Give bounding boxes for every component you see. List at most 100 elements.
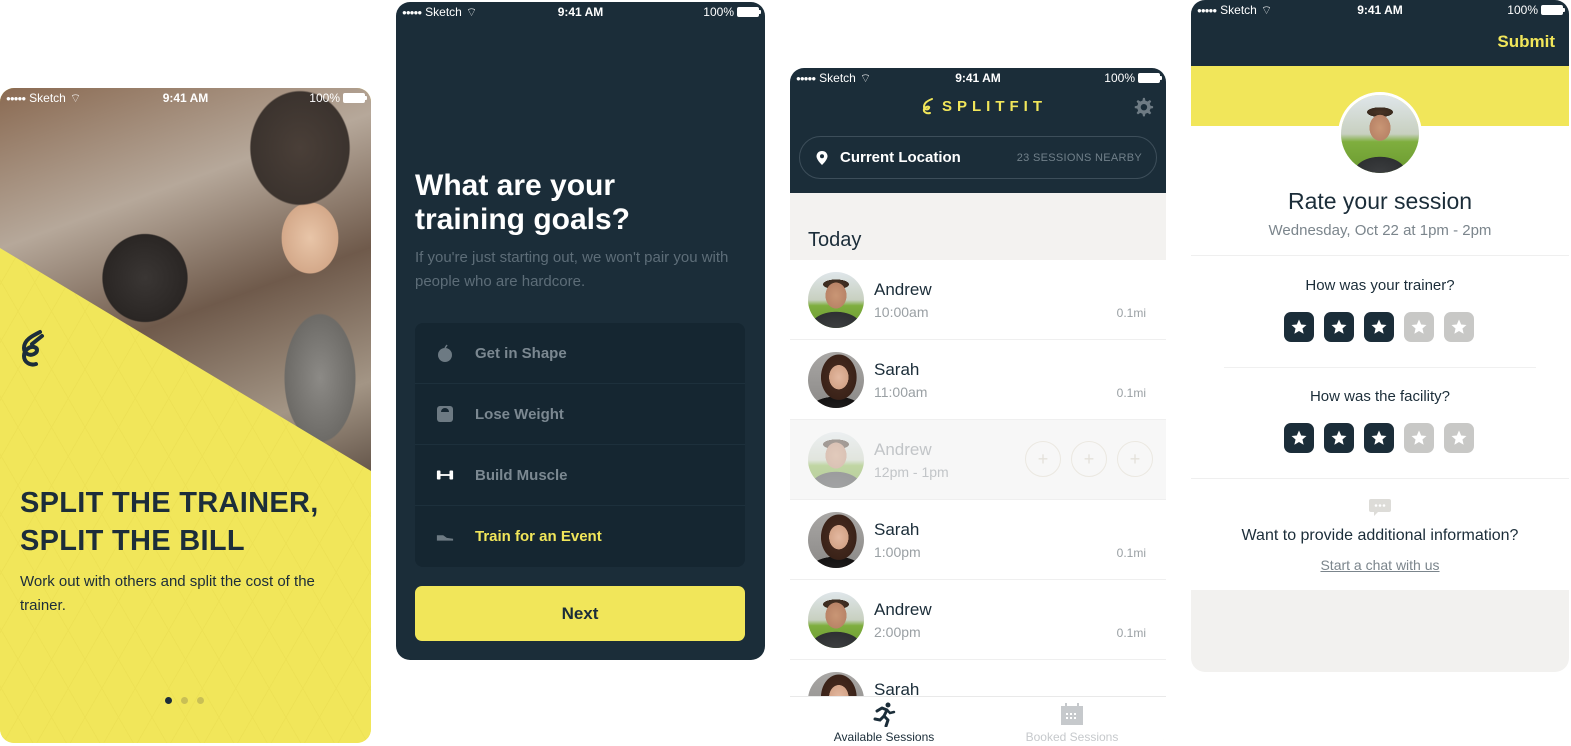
- goal-options: Get in Shape Lose Weight Build Muscle Tr…: [415, 323, 745, 567]
- carrier-label: Sketch: [1220, 3, 1257, 17]
- goal-option-train-for-event[interactable]: Train for an Event: [415, 506, 745, 567]
- submit-button[interactable]: Submit: [1497, 32, 1555, 52]
- trainer-name: Andrew: [874, 440, 932, 459]
- session-row[interactable]: Sarah 11:00am 0.1mi: [790, 340, 1166, 420]
- plus-icon: +: [1037, 448, 1049, 469]
- trainer-avatar: [808, 272, 864, 328]
- carrier-label: Sketch: [819, 71, 856, 85]
- star-rating-button[interactable]: [1444, 312, 1474, 342]
- trainer-avatar: [808, 512, 864, 568]
- star-rating-button[interactable]: [1404, 312, 1434, 342]
- session-row[interactable]: Andrew 2:00pm 0.1mi: [790, 580, 1166, 660]
- status-bar: ●●●●● Sketch ⌔ 9:41 AM 100%: [1191, 0, 1569, 20]
- star-rating-button[interactable]: [1444, 423, 1474, 453]
- goal-label: Train for an Event: [475, 528, 602, 545]
- next-button[interactable]: Next: [415, 586, 745, 641]
- star-icon: [1291, 430, 1307, 445]
- brand-logo: SPLITFIT: [922, 97, 1047, 115]
- trainer-name: Sarah: [874, 360, 920, 379]
- star-rating-button[interactable]: [1364, 312, 1394, 342]
- session-distance: 0.1mi: [1116, 626, 1146, 640]
- nearby-count: 23 SESSIONS NEARBY: [1016, 151, 1142, 164]
- signal-icon: ●●●●●: [796, 73, 816, 83]
- star-rating-button[interactable]: [1404, 423, 1434, 453]
- add-participant-button[interactable]: +: [1117, 441, 1153, 477]
- tab-label: Booked Sessions: [1025, 730, 1119, 744]
- sessions-screen: ●●●●● Sketch ⌔ 9:41 AM 100% SPLITFIT Curre…: [790, 68, 1166, 746]
- signal-icon: ●●●●●: [1197, 5, 1217, 15]
- location-selector[interactable]: Current Location 23 SESSIONS NEARBY: [799, 136, 1157, 179]
- page-indicator[interactable]: [165, 697, 204, 704]
- add-participant-button[interactable]: +: [1071, 441, 1107, 477]
- trainer-avatar: [808, 432, 864, 488]
- status-time: 9:41 AM: [557, 5, 604, 19]
- page-dot-2[interactable]: [181, 697, 188, 704]
- splitfit-logo-icon: [21, 330, 44, 367]
- star-rating-button[interactable]: [1364, 423, 1394, 453]
- participant-slots: + + +: [1025, 441, 1153, 477]
- session-distance: 0.1mi: [1116, 546, 1146, 560]
- star-rating-button[interactable]: [1324, 423, 1354, 453]
- page-dot-1[interactable]: [165, 697, 172, 704]
- rating-title: Rate your session: [1287, 188, 1473, 214]
- goals-description: If you're just starting out, we won't pa…: [415, 249, 729, 290]
- start-chat-link[interactable]: Start a chat with us: [1191, 557, 1569, 573]
- wifi-icon: ⌔: [859, 70, 872, 85]
- star-rating-button[interactable]: [1284, 312, 1314, 342]
- star-icon: [1411, 319, 1427, 334]
- session-time: 1:00pm: [874, 544, 921, 560]
- status-bar: ●●●●● Sketch ⌔ 9:41 AM 100%: [790, 68, 1166, 88]
- session-row[interactable]: Sarah 1:00pm 0.1mi: [790, 500, 1166, 580]
- tab-available-sessions[interactable]: Available Sessions: [790, 697, 978, 746]
- add-participant-button[interactable]: +: [1025, 441, 1061, 477]
- goal-label: Build Muscle: [475, 466, 568, 484]
- app-showcase: ●●●●● Sketch ⌔ 9:41 AM 100% SPLIT THE TRAI…: [0, 0, 1571, 746]
- location-label: Current Location: [840, 149, 961, 166]
- trainer-name: Sarah: [874, 520, 920, 539]
- sneaker-icon: [436, 528, 454, 546]
- divider: [1191, 478, 1569, 479]
- star-rating-button[interactable]: [1324, 312, 1354, 342]
- star-rating-button[interactable]: [1284, 423, 1314, 453]
- headline-line-1: SPLIT THE TRAINER,: [20, 487, 319, 519]
- settings-gear-icon[interactable]: [1132, 96, 1154, 118]
- tab-booked-sessions[interactable]: Booked Sessions: [978, 697, 1166, 746]
- star-icon: [1371, 430, 1387, 445]
- session-row[interactable]: Andrew 10:00am 0.1mi: [790, 260, 1166, 340]
- star-icon: [1331, 430, 1347, 445]
- page-dot-3[interactable]: [197, 697, 204, 704]
- trainer-rating: [1284, 312, 1474, 342]
- goal-option-get-in-shape[interactable]: Get in Shape: [415, 323, 745, 384]
- star-icon: [1451, 319, 1467, 334]
- goal-label: Get in Shape: [475, 344, 567, 362]
- trainer-avatar: [808, 592, 864, 648]
- chat-bubble-icon: [1369, 499, 1391, 516]
- more-info-prompt: Want to provide additional information?: [1241, 527, 1519, 544]
- wifi-icon: ⌔: [465, 4, 478, 19]
- wifi-icon: ⌔: [1260, 2, 1273, 17]
- carrier-label: Sketch: [425, 5, 462, 19]
- apple-icon: [436, 344, 454, 362]
- plus-icon: +: [1083, 448, 1095, 469]
- trainer-avatar: [1338, 92, 1422, 176]
- carrier-label: Sketch: [29, 91, 66, 105]
- session-row-full[interactable]: Andrew 12pm - 1pm + + +: [790, 420, 1166, 500]
- facility-question: How was the facility?: [1309, 388, 1451, 405]
- goal-option-build-muscle[interactable]: Build Muscle: [415, 445, 745, 506]
- session-time: 12pm - 1pm: [874, 464, 949, 480]
- session-date: Wednesday, Oct 22 at 1pm - 2pm: [1268, 222, 1492, 239]
- goal-option-lose-weight[interactable]: Lose Weight: [415, 384, 745, 445]
- goals-title: What are your training goals?: [415, 169, 631, 236]
- trainer-question: How was your trainer?: [1305, 277, 1455, 294]
- session-list: Andrew 10:00am 0.1mi Sarah 11:00am 0.1mi…: [790, 260, 1166, 740]
- tab-bar: Available Sessions Booked Sessions: [790, 696, 1166, 746]
- calendar-icon: [1061, 703, 1083, 725]
- onboarding-screen: ●●●●● Sketch ⌔ 9:41 AM 100% SPLIT THE TRAI…: [0, 88, 371, 743]
- trainer-name: Andrew: [874, 600, 932, 619]
- location-pin-icon: [816, 150, 828, 165]
- scale-icon: [436, 405, 454, 423]
- dumbbell-icon: [436, 466, 454, 484]
- battery-percent: 100%: [1507, 3, 1538, 17]
- onboarding-headline: SPLIT THE TRAINER, SPLIT THE BILL: [20, 484, 319, 560]
- star-icon: [1411, 430, 1427, 445]
